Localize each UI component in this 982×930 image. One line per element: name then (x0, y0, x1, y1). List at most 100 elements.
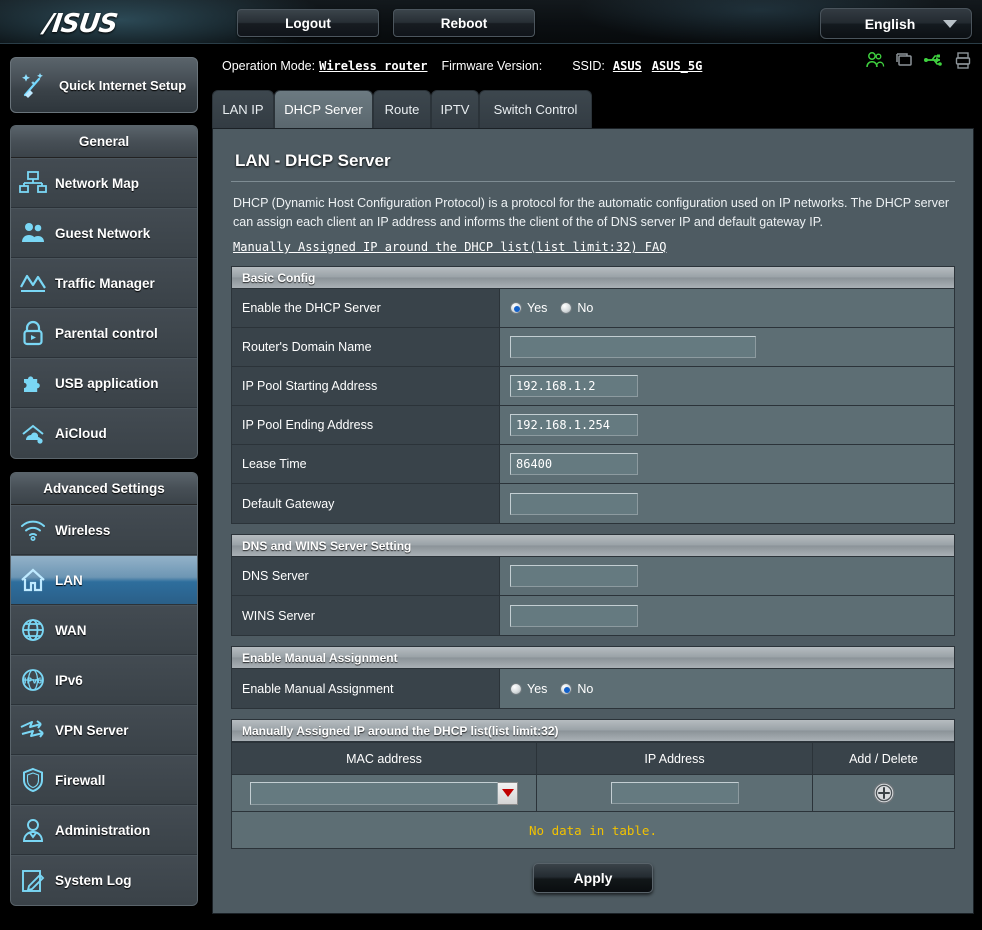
sidebar-item-firewall[interactable]: Firewall (11, 755, 197, 805)
mac-address-cell (232, 775, 537, 811)
sidebar-item-aicloud[interactable]: AiCloud (11, 408, 197, 458)
sidebar-item-ipv6[interactable]: IPv6 IPv6 (11, 655, 197, 705)
radio-label: Yes (527, 681, 548, 696)
ipv6-icon: IPv6 (11, 667, 55, 693)
dns-server-input[interactable] (510, 565, 638, 587)
quick-internet-setup-label: Quick Internet Setup (59, 77, 187, 93)
wins-server-input[interactable] (510, 604, 638, 627)
quick-internet-setup-button[interactable]: Quick Internet Setup (10, 57, 198, 113)
radio-label: No (577, 681, 594, 696)
clients-icon[interactable] (865, 50, 885, 70)
sidebar-group-general-title: General (11, 126, 197, 158)
system-log-icon (11, 868, 55, 894)
row-wins-server: WINS Server (232, 596, 954, 635)
ssid-value-24g[interactable]: ASUS (613, 59, 642, 73)
mac-address-select[interactable] (250, 781, 518, 805)
sidebar-item-network-map[interactable]: Network Map (11, 158, 197, 208)
radio-label: No (577, 301, 594, 315)
sidebar-item-label: Traffic Manager (55, 275, 155, 291)
apply-button[interactable]: Apply (533, 863, 653, 893)
sidebar-item-label: Administration (55, 822, 151, 838)
radio-manual-assignment-no[interactable]: No (560, 682, 593, 696)
row-lease-time: Lease Time (232, 445, 954, 484)
tab-dhcp-server[interactable]: DHCP Server (274, 90, 373, 128)
row-label: DNS Server (232, 557, 500, 595)
row-ip-pool-ending-address: IP Pool Ending Address (232, 406, 954, 445)
router-domain-name-input[interactable] (510, 336, 756, 358)
sidebar-item-lan[interactable]: LAN (11, 555, 197, 605)
wifi-icon (11, 518, 55, 542)
table-entry-row (232, 775, 954, 812)
puzzle-icon (11, 370, 55, 396)
row-enable-dhcp-server: Enable the DHCP Server Yes No (232, 289, 954, 328)
section-basic-config: Basic Config Enable the DHCP Server Yes … (231, 266, 955, 524)
language-selector[interactable]: English (820, 8, 972, 39)
operation-mode-value[interactable]: Wireless router (319, 59, 427, 73)
reboot-button[interactable]: Reboot (393, 9, 535, 37)
radio-dot-icon (510, 682, 522, 695)
sidebar-item-label: IPv6 (55, 672, 83, 688)
aicloud-icon (11, 421, 55, 447)
row-label: Router's Domain Name (232, 328, 500, 366)
faq-link[interactable]: Manually Assigned IP around the DHCP lis… (233, 240, 666, 254)
manually-assigned-ip-table: MAC address IP Address Add / Delete No d… (231, 743, 955, 849)
page-title: LAN - DHCP Server (235, 151, 391, 170)
asus-logo: /ISUS (41, 9, 119, 39)
ssid-value-5g[interactable]: ASUS_5G (652, 59, 703, 73)
table-header-row: MAC address IP Address Add / Delete (232, 743, 954, 775)
tab-lan-ip[interactable]: LAN IP (212, 90, 274, 128)
firmware-version-label: Firmware Version: (441, 59, 543, 73)
sidebar-item-label: USB application (55, 375, 159, 391)
screens-icon[interactable] (894, 50, 914, 70)
default-gateway-input[interactable] (510, 492, 638, 515)
usb-icon[interactable] (923, 50, 945, 70)
apply-button-row: Apply (227, 849, 959, 893)
row-label: IP Pool Ending Address (232, 406, 500, 444)
row-label: IP Pool Starting Address (232, 367, 500, 405)
dropdown-arrow-icon[interactable] (498, 781, 518, 805)
tab-iptv[interactable]: IPTV (431, 90, 479, 128)
tab-switch-control[interactable]: Switch Control (479, 90, 592, 128)
printer-icon[interactable] (954, 50, 972, 70)
globe-icon (11, 617, 55, 643)
operation-mode-label: Operation Mode: (222, 59, 316, 73)
sidebar-item-usb-application[interactable]: USB application (11, 358, 197, 408)
lock-icon (11, 320, 55, 346)
add-delete-cell (813, 775, 954, 811)
language-label: English (864, 15, 916, 32)
sidebar-item-wireless[interactable]: Wireless (11, 505, 197, 555)
sidebar-item-label: VPN Server (55, 722, 129, 738)
lease-time-input[interactable] (510, 453, 638, 475)
sidebar-item-label: Firewall (55, 772, 106, 788)
row-label: Lease Time (232, 445, 500, 483)
sidebar-item-parental-control[interactable]: Parental control (11, 308, 197, 358)
home-icon (11, 567, 55, 593)
sidebar-item-administration[interactable]: Administration (11, 805, 197, 855)
section-title: Enable Manual Assignment (232, 647, 954, 669)
svg-text:IPv6: IPv6 (24, 677, 42, 686)
sidebar-item-label: AiCloud (55, 426, 107, 441)
plus-circle-icon[interactable] (872, 781, 896, 805)
radio-enable-dhcp-yes[interactable]: Yes (510, 301, 547, 315)
manual-ip-address-input[interactable] (610, 782, 739, 804)
vpn-icon (11, 718, 55, 742)
radio-dot-icon (560, 302, 573, 314)
row-label: Enable Manual Assignment (232, 669, 500, 708)
mac-address-field[interactable] (250, 781, 498, 805)
sidebar-item-vpn-server[interactable]: VPN Server (11, 705, 197, 755)
ip-pool-starting-address-input[interactable] (510, 375, 638, 397)
logout-button[interactable]: Logout (237, 9, 379, 37)
sidebar-item-system-log[interactable]: System Log (11, 855, 197, 905)
section-title: Manually Assigned IP around the DHCP lis… (232, 720, 954, 742)
sidebar-item-label: Parental control (55, 325, 158, 341)
sidebar-item-guest-network[interactable]: Guest Network (11, 208, 197, 258)
network-map-icon (11, 170, 55, 196)
tab-route[interactable]: Route (373, 90, 431, 128)
sidebar-item-traffic-manager[interactable]: Traffic Manager (11, 258, 197, 308)
top-bar: /ISUS Logout Reboot English (0, 0, 982, 44)
radio-enable-dhcp-no[interactable]: No (560, 301, 593, 315)
table-empty-message: No data in table. (232, 812, 954, 848)
sidebar-item-wan[interactable]: WAN (11, 605, 197, 655)
radio-manual-assignment-yes[interactable]: Yes (510, 682, 547, 696)
ip-pool-ending-address-input[interactable] (510, 414, 638, 436)
